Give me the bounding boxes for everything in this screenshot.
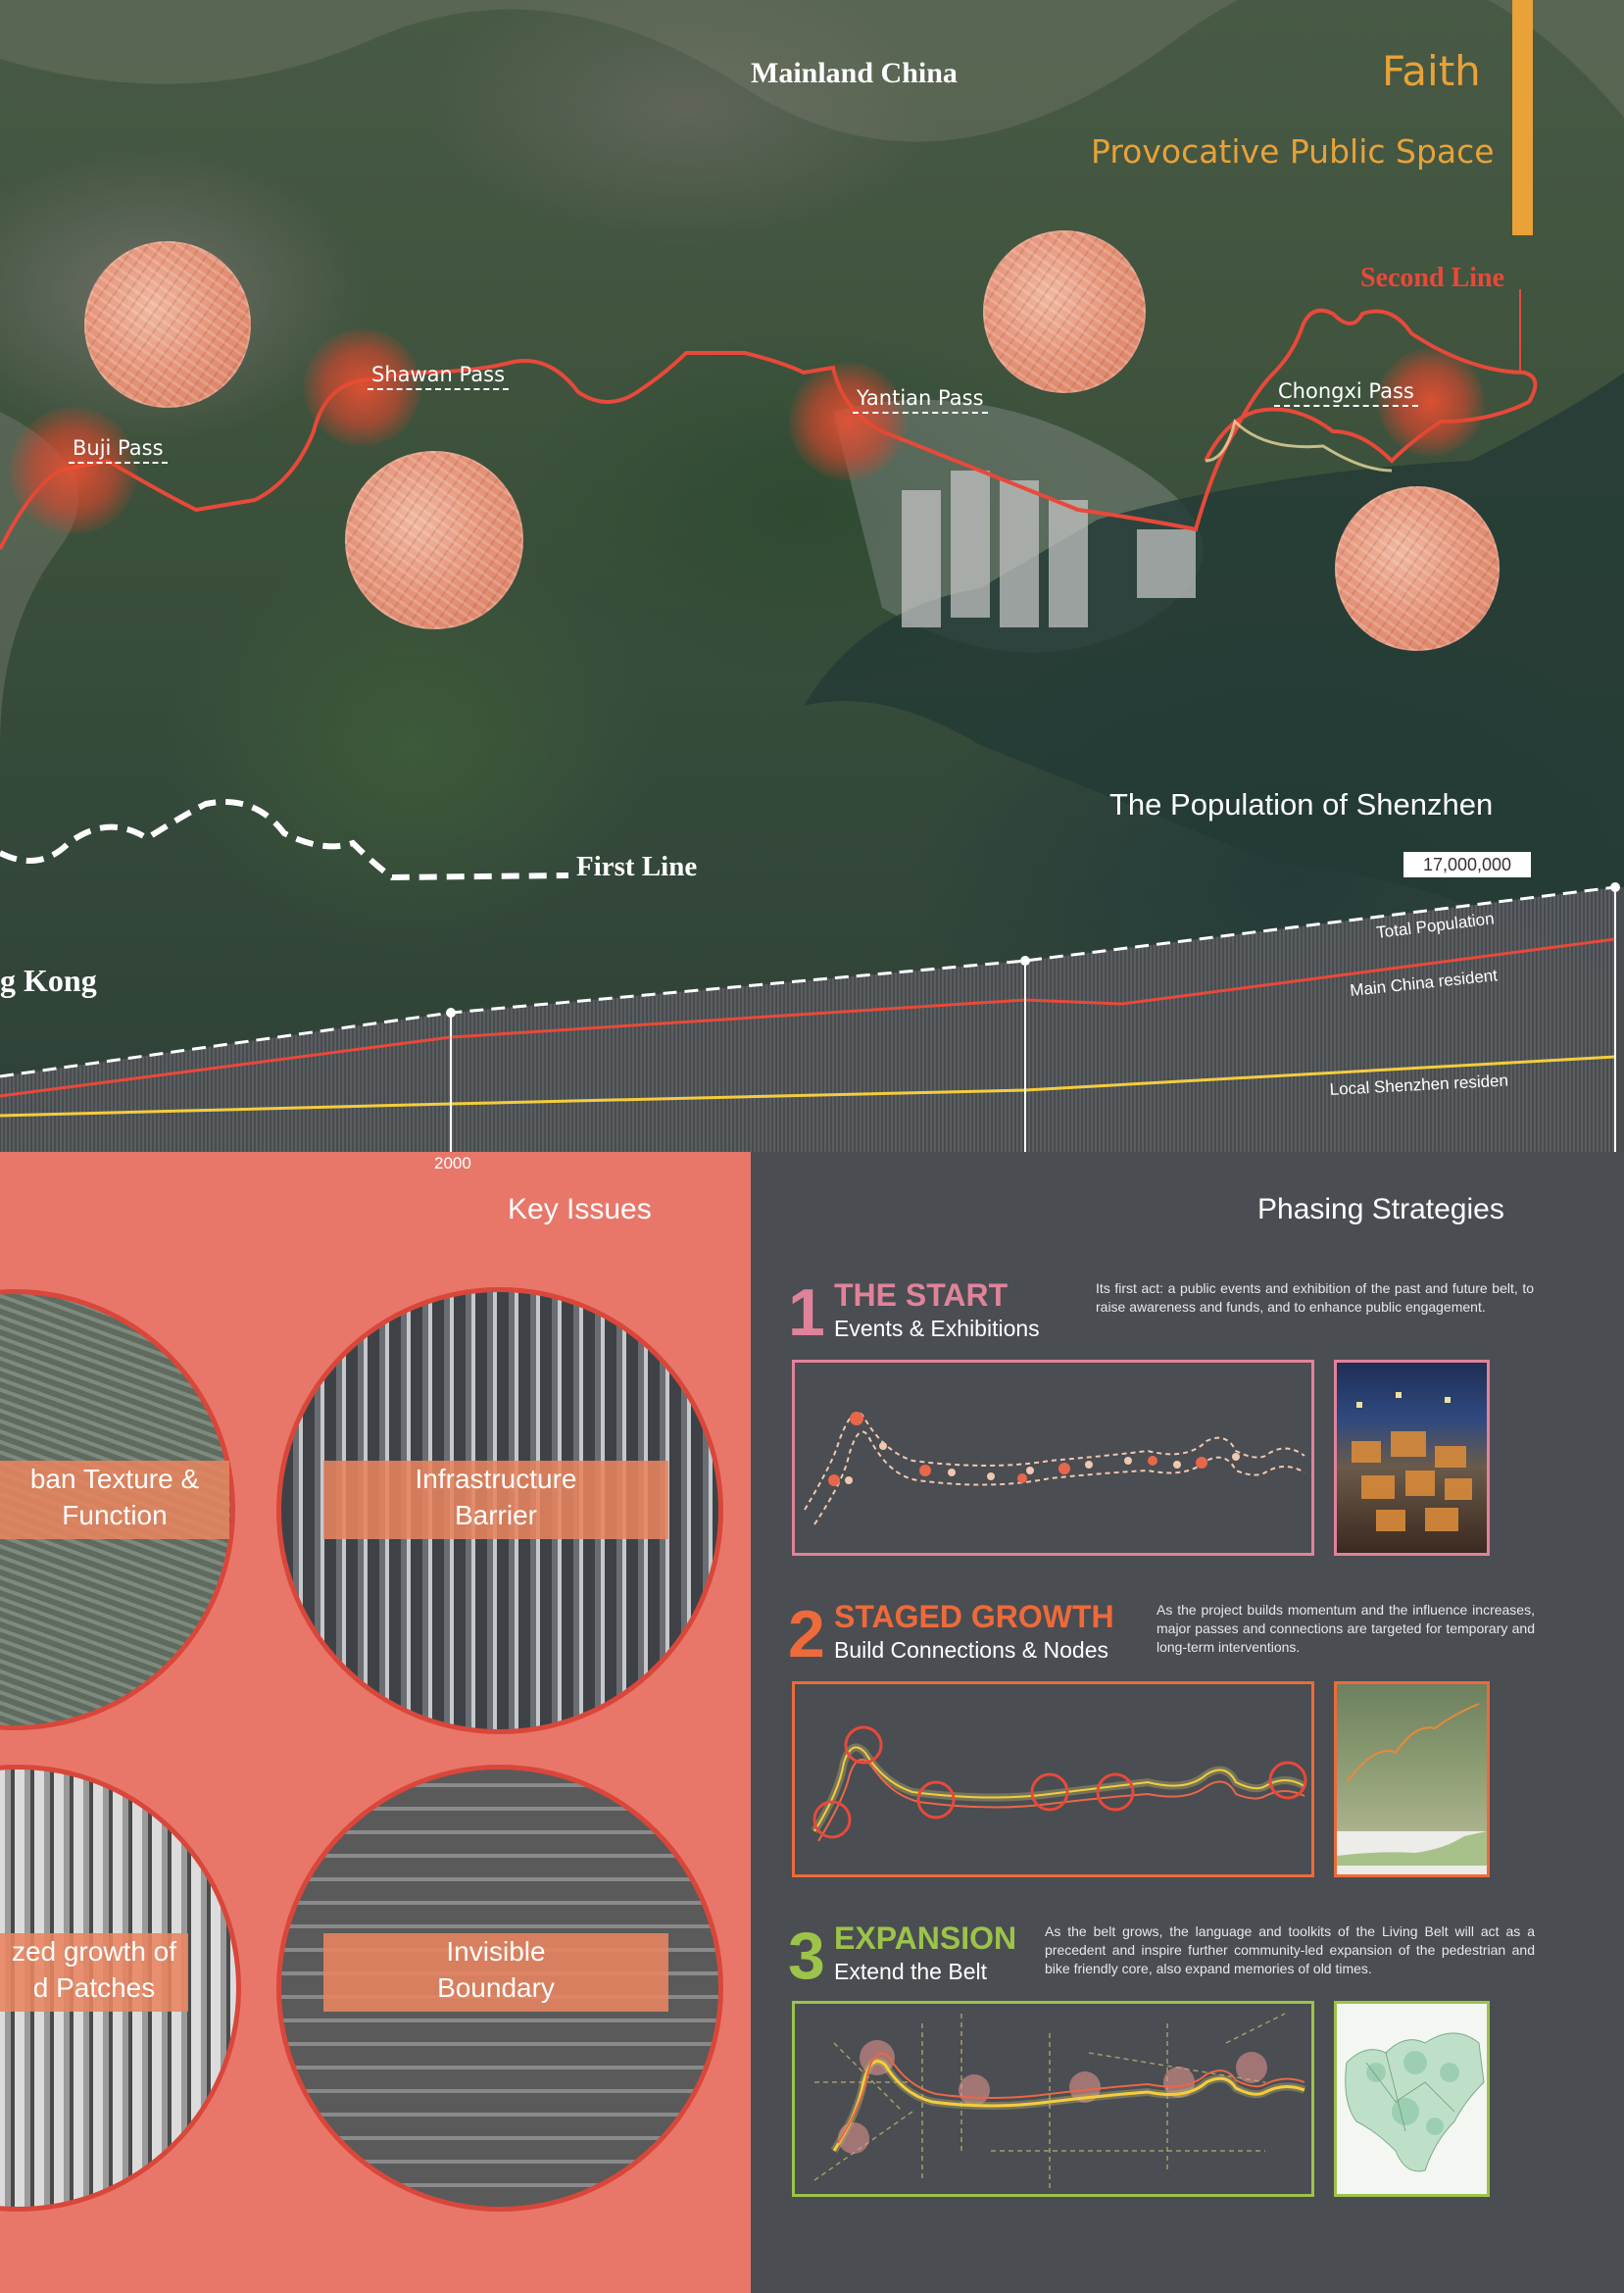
- pass-label-shawan: Shawan Pass: [368, 363, 510, 390]
- phase-subheading: Extend the Belt: [834, 1959, 987, 1984]
- issue-label-infrastructure: Infrastructure Barrier: [323, 1461, 668, 1539]
- pass-label-chongxi: Chongxi Pass: [1274, 379, 1418, 407]
- phase-description: Its first act: a public events and exhib…: [1096, 1280, 1534, 1315]
- phase-number: 3: [788, 1919, 825, 1993]
- phase-subheading: Events & Exhibitions: [834, 1316, 1040, 1341]
- photo-circle-village: [345, 451, 523, 629]
- key-issues-panel: Key Issues ban Texture & Function Infras…: [0, 1152, 751, 2293]
- satellite-map: Total Population Main China resident Loc…: [0, 0, 1624, 1152]
- key-issues-title: Key Issues: [508, 1193, 652, 1225]
- population-chart: Total Population Main China resident Loc…: [0, 882, 1624, 1152]
- phase-subheading: Build Connections & Nodes: [834, 1637, 1108, 1663]
- phase-photo-route-map: [1334, 1681, 1490, 1877]
- page-subtitle: Provocative Public Space: [1091, 132, 1495, 171]
- accent-bar: [1512, 0, 1533, 235]
- yantian-pass-marker: [789, 363, 907, 480]
- first-line-label: First Line: [576, 851, 698, 882]
- issue-label-line: zed growth of: [11, 1936, 177, 1967]
- phase-diagram: [792, 1360, 1314, 1556]
- phase-photo-exhibition: [1334, 1360, 1490, 1556]
- page-number: 20: [1514, 67, 1533, 85]
- phase-number: 1: [788, 1275, 825, 1350]
- photo-circle-port: [983, 230, 1146, 393]
- phase-heading: THE START: [834, 1277, 1009, 1313]
- phasing-title: Phasing Strategies: [1257, 1193, 1504, 1225]
- buji-pass-marker: [10, 407, 137, 534]
- second-line-label: Second Line: [1360, 263, 1505, 293]
- phase-heading: EXPANSION: [834, 1920, 1017, 1956]
- issue-label-line: Barrier: [454, 1500, 537, 1530]
- pass-label-yantian: Yantian Pass: [853, 386, 988, 414]
- pass-label-buji: Buji Pass: [69, 436, 168, 464]
- phase-heading: STAGED GROWTH: [834, 1599, 1114, 1634]
- phase-diagram: [792, 1681, 1314, 1877]
- phase-photo-district-map: [1334, 2001, 1490, 2197]
- phasing-panel: Phasing Strategies 1 THE START Events & …: [751, 1152, 1624, 2293]
- issue-label-line: ban Texture &: [29, 1464, 200, 1494]
- issue-label-line: Boundary: [437, 1972, 555, 2003]
- photo-circle-coast: [1335, 486, 1500, 651]
- hong-kong-label: g Kong: [0, 963, 97, 998]
- phase-number: 2: [788, 1597, 825, 1671]
- phase-description: As the project builds momentum and the i…: [1156, 1602, 1535, 1655]
- year-label: 2000: [434, 1154, 471, 1172]
- issue-label-urban-texture: ban Texture & Function: [0, 1461, 229, 1539]
- page-title: Faith: [1382, 47, 1481, 95]
- population-title: The Population of Shenzhen: [1109, 787, 1494, 822]
- issue-label-line: Function: [62, 1500, 168, 1530]
- issue-label-line: Infrastructure: [415, 1464, 577, 1494]
- issue-label-line: Invisible: [446, 1936, 546, 1967]
- issue-label-invisible-boundary: Invisible Boundary: [323, 1933, 668, 2012]
- issue-label-growth: zed growth of d Patches: [0, 1933, 188, 2012]
- phase-diagram: [792, 2001, 1314, 2197]
- population-max-badge: 17,000,000: [1403, 852, 1531, 877]
- issue-label-line: d Patches: [32, 1972, 156, 2003]
- phase-description: As the belt grows, the language and tool…: [1045, 1923, 1535, 1976]
- mainland-china-label: Mainland China: [751, 57, 958, 89]
- photo-circle-urban: [84, 241, 251, 408]
